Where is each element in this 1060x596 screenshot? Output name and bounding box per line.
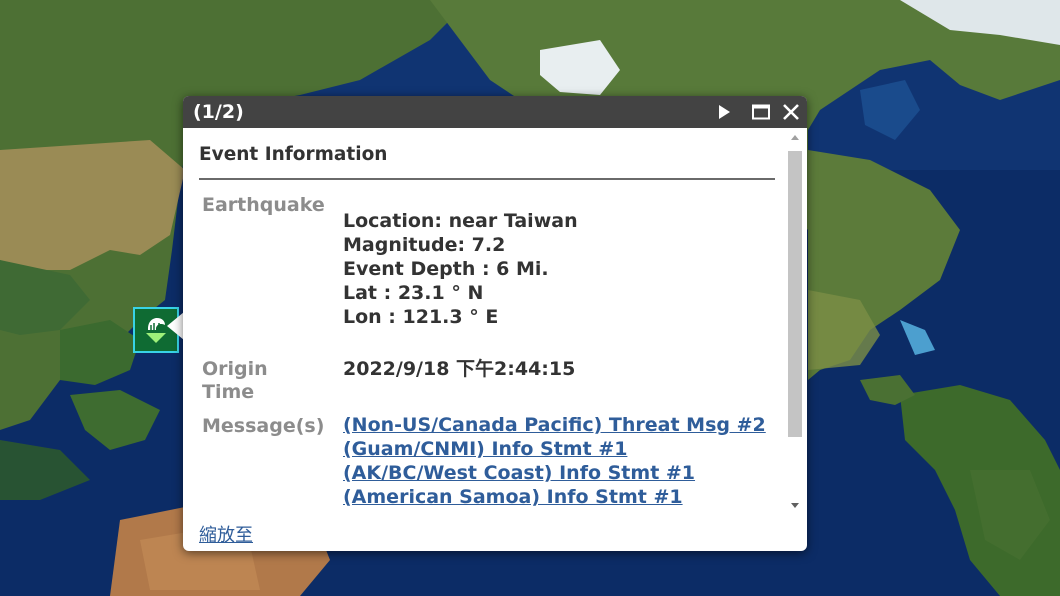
- origin-time-label: Origin Time: [202, 358, 268, 404]
- messages-label: Message(s): [202, 415, 325, 437]
- maximize-button[interactable]: [750, 101, 772, 123]
- message-link-non-us-pacific[interactable]: (Non-US/Canada Pacific) Threat Msg #2: [343, 413, 773, 437]
- message-link-guam-cnmi[interactable]: (Guam/CNMI) Info Stmt #1: [343, 437, 773, 461]
- depth-value: Event Depth : 6 Mi.: [343, 258, 549, 280]
- feature-count: (1/2): [193, 101, 244, 123]
- earthquake-details: Location: near Taiwan Magnitude: 7.2 Eve…: [343, 209, 578, 329]
- message-link-ak-bc-west-coast[interactable]: (AK/BC/West Coast) Info Stmt #1: [343, 461, 773, 485]
- magnitude-value: Magnitude: 7.2: [343, 234, 506, 256]
- tsunami-warning-icon: [146, 318, 166, 343]
- content-scrollbar[interactable]: [787, 133, 803, 512]
- popup-title-bar: (1/2): [183, 96, 807, 128]
- scroll-down-icon[interactable]: [791, 503, 799, 508]
- event-popup: (1/2) Event Information Earthquake Locat…: [183, 96, 807, 551]
- origin-time-value: 2022/9/18 下午2:44:15: [343, 358, 576, 380]
- message-links: (Non-US/Canada Pacific) Threat Msg #2 (G…: [343, 413, 773, 509]
- location-value: Location: near Taiwan: [343, 210, 578, 232]
- time-label-line: Time: [202, 381, 255, 403]
- next-feature-button[interactable]: [713, 101, 735, 123]
- scroll-up-icon[interactable]: [791, 135, 799, 140]
- earthquake-label: Earthquake: [202, 194, 325, 216]
- popup-pointer: [167, 312, 184, 340]
- popup-content[interactable]: Event Information Earthquake Location: n…: [183, 128, 807, 513]
- play-triangle-icon: [719, 105, 730, 119]
- message-link-american-samoa[interactable]: (American Samoa) Info Stmt #1: [343, 485, 773, 509]
- scrollbar-thumb[interactable]: [788, 151, 802, 437]
- popup-heading: Event Information: [199, 144, 388, 165]
- close-x-icon: [783, 104, 799, 120]
- maximize-window-icon: [752, 104, 770, 120]
- zoom-to-link[interactable]: 縮放至: [199, 521, 253, 547]
- latitude-value: Lat : 23.1 ° N: [343, 282, 484, 304]
- close-button[interactable]: [780, 101, 802, 123]
- longitude-value: Lon : 121.3 ° E: [343, 306, 499, 328]
- origin-label-line: Origin: [202, 358, 268, 380]
- heading-divider: [199, 178, 775, 180]
